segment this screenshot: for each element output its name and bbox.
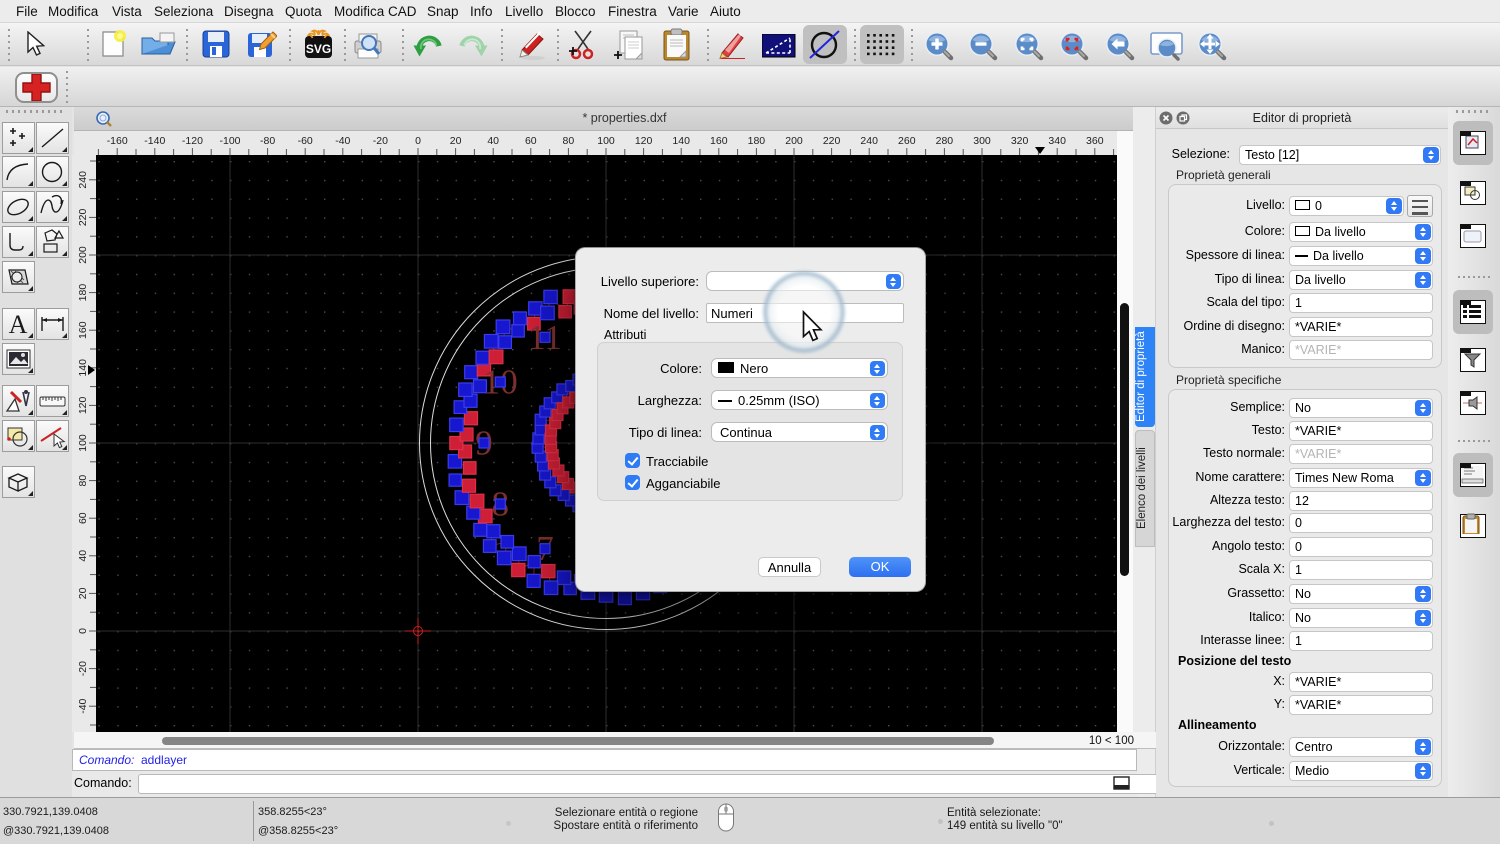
- svg-text:-140: -140: [144, 135, 165, 147]
- svg-text:-40: -40: [77, 698, 89, 713]
- svg-text:220: 220: [77, 208, 89, 226]
- svg-text:180: 180: [77, 284, 89, 302]
- svg-text:-80: -80: [260, 135, 275, 147]
- svg-text:SVG: SVG: [306, 42, 331, 56]
- svg-text:100: 100: [77, 434, 89, 452]
- svg-text:160: 160: [710, 135, 728, 147]
- svg-text:340: 340: [1048, 135, 1066, 147]
- svg-text:140: 140: [77, 359, 89, 377]
- svg-text:360: 360: [1086, 135, 1104, 147]
- svg-text:-100: -100: [219, 135, 240, 147]
- svg-text:-160: -160: [107, 135, 128, 147]
- svg-text:280: 280: [936, 135, 954, 147]
- svg-text:240: 240: [860, 135, 878, 147]
- svg-text:120: 120: [635, 135, 653, 147]
- svg-text:200: 200: [77, 246, 89, 264]
- svg-text:200: 200: [785, 135, 803, 147]
- svg-text:-20: -20: [373, 135, 388, 147]
- svg-text:240: 240: [77, 171, 89, 189]
- svg-text:80: 80: [563, 135, 575, 147]
- svg-text:-120: -120: [182, 135, 203, 147]
- svg-text:-60: -60: [298, 135, 313, 147]
- svg-text:220: 220: [823, 135, 841, 147]
- svg-text:-20: -20: [77, 661, 89, 676]
- svg-text:260: 260: [898, 135, 916, 147]
- svg-text:0: 0: [77, 628, 89, 634]
- svg-text:100: 100: [597, 135, 615, 147]
- svg-text:20: 20: [77, 587, 89, 599]
- svg-text:0: 0: [415, 135, 421, 147]
- svg-text:140: 140: [672, 135, 690, 147]
- svg-text:60: 60: [525, 135, 537, 147]
- svg-text:40: 40: [487, 135, 499, 147]
- svg-text:-40: -40: [335, 135, 350, 147]
- svg-text:120: 120: [77, 396, 89, 414]
- svg-text:300: 300: [973, 135, 991, 147]
- svg-text:160: 160: [77, 321, 89, 339]
- svg-text:40: 40: [77, 550, 89, 562]
- svg-text:180: 180: [748, 135, 766, 147]
- svg-text:80: 80: [77, 475, 89, 487]
- svg-text:320: 320: [1011, 135, 1029, 147]
- svg-text:60: 60: [77, 512, 89, 524]
- svg-text:20: 20: [450, 135, 462, 147]
- svg-text:A: A: [9, 310, 28, 339]
